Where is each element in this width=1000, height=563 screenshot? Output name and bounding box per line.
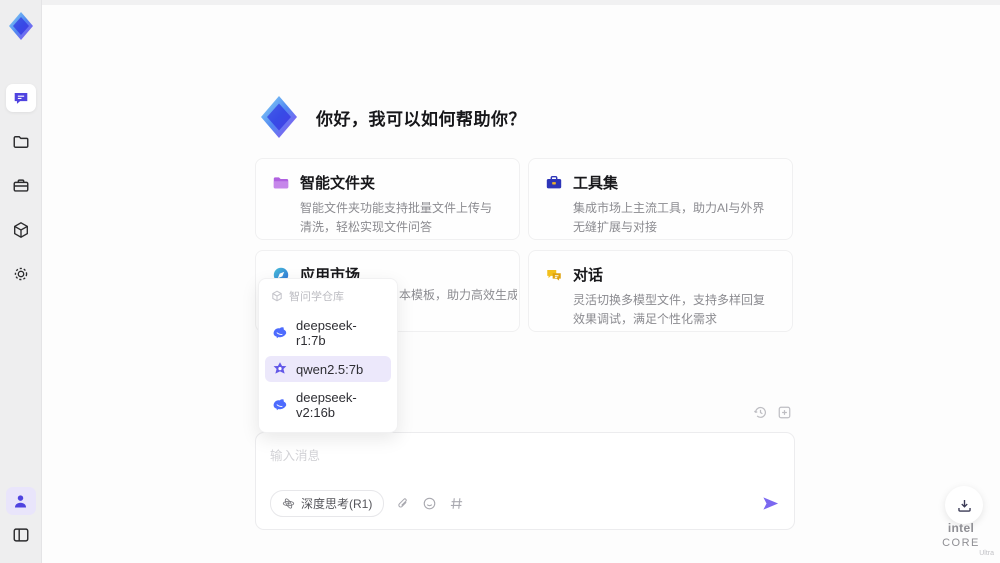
message-composer: 深度思考(R1) xyxy=(255,432,795,530)
cube-icon xyxy=(12,221,30,239)
panel-icon xyxy=(12,526,30,544)
repo-label: 智问学仓库 xyxy=(289,291,344,303)
chat-action-icons xyxy=(753,405,792,420)
card-title: 智能文件夹 xyxy=(300,175,376,192)
app-window: 你好，我可以如何帮助你？ 智能文件夹 智能文件夹功能支持批量文件上传与清洗，轻松… xyxy=(0,0,1000,563)
intel-core-badge: intel core Ultra xyxy=(928,521,994,557)
card-toolset[interactable]: 工具集 集成市场上主流工具，助力AI与外界无缝扩展与对接 xyxy=(528,158,793,240)
model-option-qwen[interactable]: qwen2.5:7b xyxy=(265,356,391,382)
sidebar-item-folders[interactable] xyxy=(6,128,36,156)
greeting: 你好，我可以如何帮助你？ xyxy=(256,93,526,141)
card-title: 工具集 xyxy=(573,175,619,192)
sidebar-item-chat[interactable] xyxy=(5,84,36,112)
sidebar-item-settings[interactable] xyxy=(6,260,36,288)
card-description: 智能文件夹功能支持批量文件上传与清洗，轻松实现文件问答 xyxy=(300,201,493,234)
card-conversation[interactable]: 对话 灵活切换多模型文件，支持多样回复效果调试，满足个性化需求 xyxy=(528,250,793,332)
user-icon xyxy=(12,493,29,510)
deepseek-icon xyxy=(272,397,288,413)
repo-icon xyxy=(271,290,283,302)
conversation-icon xyxy=(545,266,563,284)
model-dropdown: 智问学仓库 deepseek-r1:7b qwen2.5:7b deepseek… xyxy=(258,278,398,433)
toolset-icon xyxy=(545,174,563,192)
deep-think-toggle[interactable]: 深度思考(R1) xyxy=(270,490,385,517)
history-icon[interactable] xyxy=(753,405,768,420)
sidebar-collapse-button[interactable] xyxy=(6,521,36,549)
model-option-deepseek-r1[interactable]: deepseek-r1:7b xyxy=(265,313,391,353)
sidebar xyxy=(0,0,42,563)
attachment-icon[interactable] xyxy=(396,497,410,511)
model-option-label: deepseek-v2:16b xyxy=(296,390,357,420)
gear-icon xyxy=(12,265,30,283)
emoji-icon[interactable] xyxy=(422,496,437,511)
sidebar-item-account[interactable] xyxy=(5,487,36,515)
message-input[interactable] xyxy=(270,445,780,485)
grid-icon[interactable] xyxy=(449,496,464,511)
model-option-label: qwen2.5:7b xyxy=(296,361,364,377)
greeting-text: 你好，我可以如何帮助你？ xyxy=(316,109,526,129)
new-chat-icon[interactable] xyxy=(777,405,792,420)
card-title: 对话 xyxy=(573,267,604,284)
intel-product-text: core xyxy=(942,537,980,549)
model-option-deepseek-v2[interactable]: deepseek-v2:16b xyxy=(265,385,391,425)
app-logo-icon xyxy=(6,10,36,42)
chat-icon xyxy=(12,89,30,107)
card-description-fragment: 本模板，助力高效生成多 xyxy=(399,288,517,302)
intel-brand-text: intel xyxy=(947,521,975,535)
deep-think-label: 深度思考(R1) xyxy=(301,497,373,511)
window-top-strip xyxy=(42,0,1000,5)
card-description: 集成市场上主流工具，助力AI与外界无缝扩展与对接 xyxy=(573,201,765,234)
smart-folder-icon xyxy=(272,174,290,192)
card-smart-folder[interactable]: 智能文件夹 智能文件夹功能支持批量文件上传与清洗，轻松实现文件问答 xyxy=(255,158,520,240)
qwen-icon xyxy=(272,361,288,377)
sidebar-item-models[interactable] xyxy=(6,216,36,244)
folder-icon xyxy=(12,133,30,151)
intel-variant-text: Ultra xyxy=(979,550,994,557)
deepseek-icon xyxy=(272,325,288,341)
composer-toolbar: 深度思考(R1) xyxy=(270,490,780,517)
card-description: 灵活切换多模型文件，支持多样回复效果调试，满足个性化需求 xyxy=(573,293,766,326)
briefcase-icon xyxy=(12,177,30,195)
download-button[interactable] xyxy=(945,486,983,524)
send-icon[interactable] xyxy=(761,494,780,513)
atom-icon xyxy=(282,497,295,510)
sidebar-item-toolbox[interactable] xyxy=(6,172,36,200)
greeting-logo-icon xyxy=(256,93,302,141)
model-repo-header: 智问学仓库 xyxy=(265,286,391,310)
model-option-label: deepseek-r1:7b xyxy=(296,318,357,348)
